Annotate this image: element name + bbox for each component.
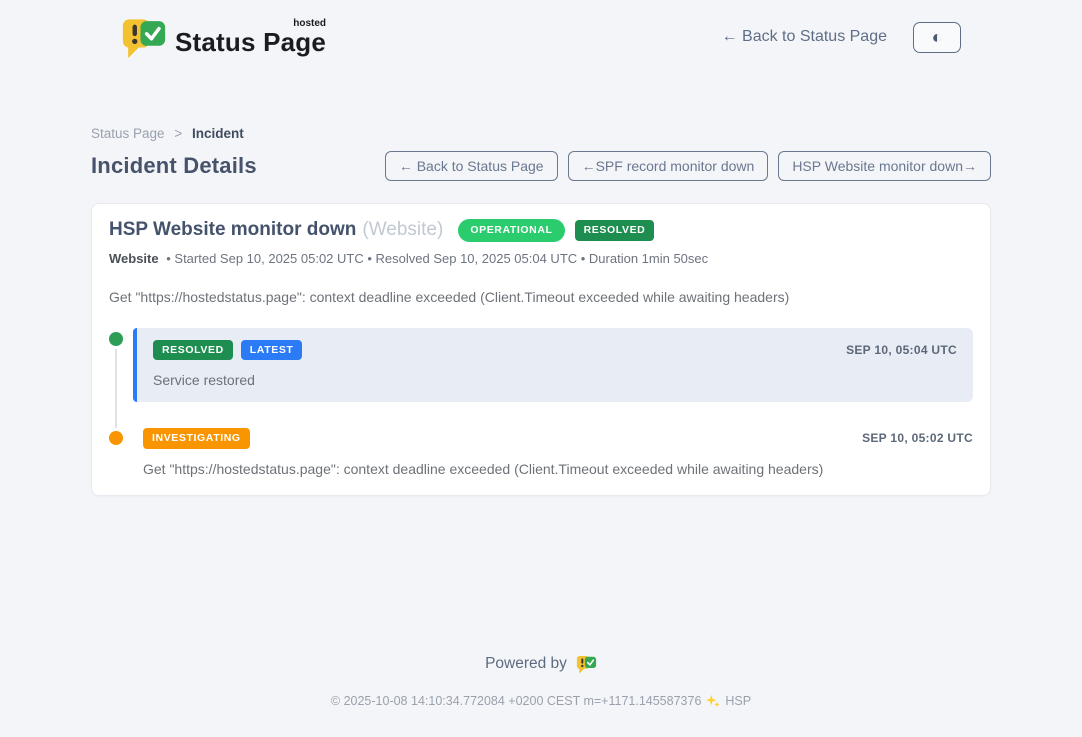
site-header: hosted Status Page ← Back to Status Page… (91, 0, 991, 59)
breadcrumb-incident: Incident (192, 126, 244, 141)
brand-logo-text: hosted Status Page (175, 19, 326, 55)
incident-title: HSP Website monitor down (109, 219, 356, 241)
back-to-status-page-button[interactable]: ← Back to Status Page (385, 151, 558, 181)
timeline-entry-investigating: INVESTIGATING SEP 10, 05:02 UTC Get "htt… (109, 428, 973, 477)
incident-status-badges: OPERATIONAL RESOLVED (458, 219, 654, 242)
incident-service: Website (109, 251, 159, 266)
status-badge-resolved: RESOLVED (575, 220, 655, 241)
incident-card: HSP Website monitor down (Website) OPERA… (91, 203, 991, 496)
timeline-badge-resolved: RESOLVED (153, 340, 233, 361)
timeline-message: Get "https://hostedstatus.page": context… (143, 461, 973, 477)
header-back-link[interactable]: ← Back to Status Page (722, 28, 887, 46)
timeline-message: Service restored (153, 372, 957, 388)
copyright: © 2025-10-08 14:10:34.772084 +0200 CEST … (0, 694, 1082, 708)
brand-logo-icon (121, 15, 167, 59)
incident-timeline: RESOLVED LATEST SEP 10, 05:04 UTC Servic… (109, 328, 973, 477)
timeline-entry-resolved-box: RESOLVED LATEST SEP 10, 05:04 UTC Servic… (133, 328, 973, 403)
incident-description: Get "https://hostedstatus.page": context… (109, 289, 973, 305)
incident-title-row: HSP Website monitor down (Website) OPERA… (109, 219, 973, 242)
incident-component: (Website) (362, 219, 443, 241)
heading-row: Incident Details ← Back to Status Page ←… (91, 151, 991, 181)
page-title: Incident Details (91, 153, 257, 179)
header-actions: ← Back to Status Page ◐ (722, 22, 961, 53)
timeline-entry-resolved: RESOLVED LATEST SEP 10, 05:04 UTC Servic… (109, 328, 973, 403)
powered-by-label: Powered by (485, 655, 567, 673)
half-circle-icon: ◐ (932, 28, 943, 46)
breadcrumb-separator: > (174, 126, 182, 141)
powered-by-link[interactable]: Powered by (485, 654, 597, 674)
timeline-entry-head: RESOLVED LATEST SEP 10, 05:04 UTC (153, 340, 957, 361)
page-footer: Powered by © 2025-10-08 14:10:34.772084 … (0, 654, 1082, 708)
incident-meta-details: • Started Sep 10, 2025 05:02 UTC • Resol… (166, 251, 708, 266)
breadcrumb-status-page[interactable]: Status Page (91, 126, 165, 141)
breadcrumb: Status Page > Incident (91, 126, 991, 141)
brand-name: Status Page (175, 29, 326, 55)
timeline-timestamp: SEP 10, 05:02 UTC (862, 431, 973, 445)
next-incident-button[interactable]: HSP Website monitor down→ (778, 151, 991, 181)
timeline-entry-head: INVESTIGATING SEP 10, 05:02 UTC (143, 428, 973, 449)
prev-incident-button[interactable]: ←SPF record monitor down (568, 151, 769, 181)
timeline-timestamp: SEP 10, 05:04 UTC (846, 343, 957, 357)
timeline-dot-investigating (109, 431, 123, 445)
timeline-dot-resolved (109, 332, 123, 346)
timeline-entry-investigating-box: INVESTIGATING SEP 10, 05:02 UTC Get "htt… (133, 428, 973, 477)
status-badge-operational: OPERATIONAL (458, 219, 564, 242)
sparkles-icon (706, 694, 720, 708)
timeline-badge-investigating: INVESTIGATING (143, 428, 250, 449)
hsp-logo-icon (576, 654, 597, 674)
brand-logo[interactable]: hosted Status Page (121, 15, 326, 59)
main-content: Status Page > Incident Incident Details … (91, 126, 991, 496)
copyright-brand: HSP (725, 694, 751, 708)
incident-meta: Website • Started Sep 10, 2025 05:02 UTC… (109, 251, 973, 266)
copyright-text: © 2025-10-08 14:10:34.772084 +0200 CEST … (331, 694, 702, 708)
timeline-badge-latest: LATEST (241, 340, 303, 361)
theme-toggle-button[interactable]: ◐ (913, 22, 961, 53)
incident-nav-buttons: ← Back to Status Page ←SPF record monito… (385, 151, 991, 181)
